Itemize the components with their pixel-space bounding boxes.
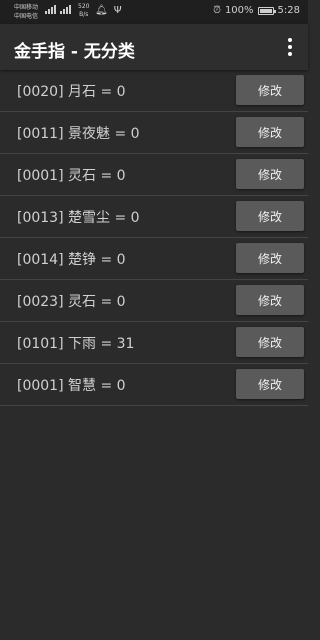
signal-icon [45,5,71,14]
net-speed-value: 520 [78,3,90,10]
list-item: [0001] 智慧 = 0 修改 [0,364,308,406]
carrier-info: 中国移动 中国电信 [14,3,38,21]
page-title: 金手指 - 无分类 [14,42,135,62]
cheat-list: [0020] 月石 = 0 修改 [0011] 景夜魅 = 0 修改 [0001… [0,70,308,406]
item-label: [0001] 灵石 = 0 [17,168,126,184]
list-item: [0023] 灵石 = 0 修改 [0,280,308,322]
item-label: [0013] 楚雪尘 = 0 [17,210,140,226]
list-item: [0013] 楚雪尘 = 0 修改 [0,196,308,238]
edit-button[interactable]: 修改 [236,201,304,231]
carrier-1: 中国移动 [14,4,39,11]
list-item: [0014] 楚铮 = 0 修改 [0,238,308,280]
net-speed: 520 B/s [78,3,89,19]
edit-button[interactable]: 修改 [236,117,304,147]
item-label: [0020] 月石 = 0 [17,84,126,100]
notification-icons: 🔔︎ Ψ [95,5,122,16]
list-item: [0101] 下雨 = 31 修改 [0,322,308,364]
item-label: [0023] 灵石 = 0 [17,294,126,310]
list-item: [0020] 月石 = 0 修改 [0,70,308,112]
item-label: [0001] 智慧 = 0 [17,378,126,394]
list-item: [0011] 景夜魅 = 0 修改 [0,112,308,154]
edit-button[interactable]: 修改 [236,159,304,189]
edit-button[interactable]: 修改 [236,75,304,105]
carrier-2: 中国电信 [14,13,39,20]
list-item: [0001] 灵石 = 0 修改 [0,154,308,196]
usb-icon: Ψ [113,5,122,16]
status-bar: 中国移动 中国电信 520 B/s 🔔︎ Ψ ⏰︎ 100% 5:28 [0,0,308,24]
item-label: [0014] 楚铮 = 0 [17,252,126,268]
status-right: ⏰︎ 100% 5:28 [213,5,300,16]
alarm-icon: ⏰︎ [213,5,221,16]
battery-icon [257,6,276,15]
edit-button[interactable]: 修改 [236,369,304,399]
net-speed-unit: B/s [79,11,89,18]
edit-button[interactable]: 修改 [236,327,304,357]
app-bar: 金手指 - 无分类 [0,24,308,70]
clock: 5:28 [277,5,300,16]
battery-percent: 100% [224,5,254,16]
more-vert-icon[interactable] [280,34,300,60]
item-label: [0101] 下雨 = 31 [17,336,135,352]
edit-button[interactable]: 修改 [236,285,304,315]
item-label: [0011] 景夜魅 = 0 [17,126,140,142]
edit-button[interactable]: 修改 [236,243,304,273]
bell-icon: 🔔︎ [95,5,108,16]
